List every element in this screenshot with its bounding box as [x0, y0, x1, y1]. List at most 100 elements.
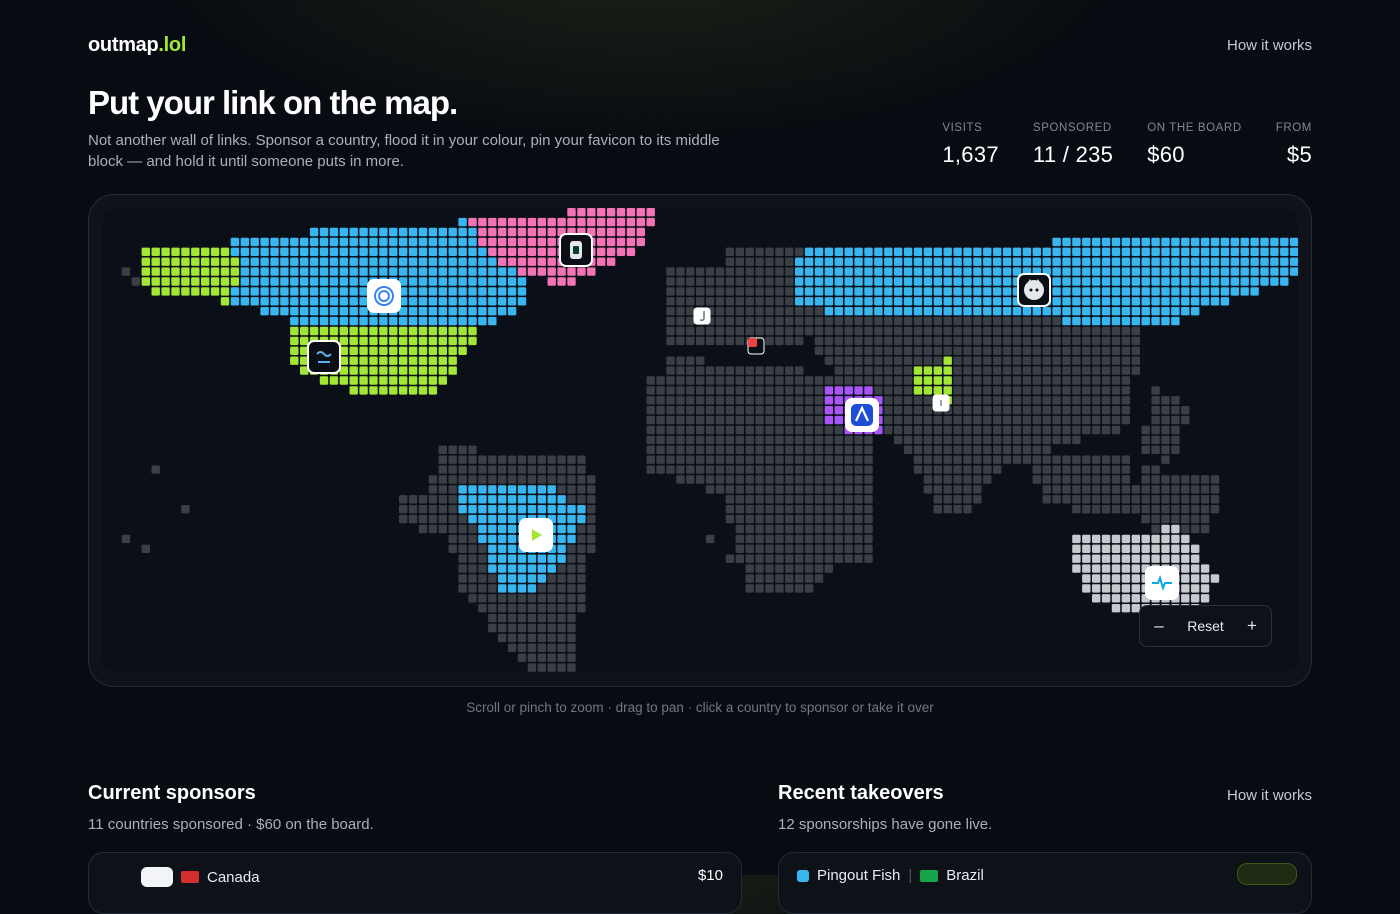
land-mexico-cell[interactable] [458, 475, 467, 484]
land-russia-cell[interactable] [1191, 277, 1200, 286]
land-indonesia-cell[interactable] [1191, 514, 1200, 524]
land-afghanistan-cell[interactable] [923, 386, 933, 395]
land-africa-cell[interactable] [725, 505, 735, 514]
land-africa-cell[interactable] [834, 505, 843, 514]
land-canada-cell[interactable] [468, 267, 477, 276]
land-greenland-cell[interactable] [488, 217, 497, 227]
land-russia-cell[interactable] [834, 257, 843, 266]
land-mexico-cell[interactable] [517, 465, 527, 474]
land-southeast-asia-cell[interactable] [1101, 465, 1111, 474]
land-asia-cell[interactable] [1012, 316, 1022, 326]
land-asia-cell[interactable] [923, 465, 933, 474]
land-africa-cell[interactable] [844, 485, 853, 494]
land-africa-cell[interactable] [864, 485, 873, 494]
land-asia-cell[interactable] [1092, 336, 1101, 346]
land-canada-cell[interactable] [468, 237, 477, 247]
land-asia-cell[interactable] [894, 316, 903, 326]
land-southeast-asia-cell[interactable] [1121, 495, 1131, 504]
land-north-africa-cell[interactable] [666, 376, 675, 385]
land-south-america-cell[interactable] [567, 455, 576, 464]
land-europe-cell[interactable] [775, 287, 784, 296]
land-russia-cell[interactable] [1210, 237, 1220, 247]
land-africa-cell[interactable] [785, 584, 794, 593]
land-asia-cell[interactable] [894, 366, 903, 375]
land-southeast-asia-cell[interactable] [1111, 455, 1121, 464]
land-united-states-cell[interactable] [290, 356, 299, 365]
land-asia-cell[interactable] [1072, 415, 1081, 425]
land-africa-cell[interactable] [735, 505, 744, 514]
land-canada-cell[interactable] [309, 307, 319, 316]
land-russia-cell[interactable] [1092, 307, 1101, 316]
land-north-africa-cell[interactable] [696, 396, 705, 405]
land-canada-cell[interactable] [359, 257, 368, 266]
land-russia-cell[interactable] [1210, 277, 1220, 286]
land-asia-cell[interactable] [913, 326, 923, 336]
land-south-america-cell[interactable] [517, 613, 527, 623]
land-central-america-cell[interactable] [438, 524, 447, 534]
land-canada-cell[interactable] [478, 307, 487, 316]
land-asia-cell[interactable] [864, 356, 873, 365]
land-greenland-cell[interactable] [537, 257, 546, 266]
land-russia-cell[interactable] [1121, 287, 1131, 296]
land-indonesia-cell[interactable] [1141, 465, 1150, 474]
land-asia-cell[interactable] [1012, 435, 1022, 445]
land-asia-cell[interactable] [1012, 336, 1022, 346]
land-canada-cell[interactable] [408, 227, 418, 237]
land-australia-cell[interactable] [1121, 534, 1131, 544]
land-asia-cell[interactable] [983, 396, 992, 405]
land-canada-cell[interactable] [418, 297, 428, 306]
land-greenland-cell[interactable] [498, 237, 507, 247]
land-south-america-cell[interactable] [567, 613, 576, 623]
land-brazil-cell[interactable] [517, 584, 527, 593]
land-brazil-cell[interactable] [557, 544, 566, 553]
land-canada-cell[interactable] [458, 277, 467, 286]
land-south-america-cell[interactable] [517, 604, 527, 613]
land-africa-cell[interactable] [795, 514, 804, 524]
land-australia-cell[interactable] [1171, 524, 1180, 534]
land-south-america-cell[interactable] [517, 623, 527, 633]
land-brazil-cell[interactable] [547, 495, 556, 504]
land-united-states-cell[interactable] [428, 326, 438, 336]
land-australia-cell[interactable] [1121, 594, 1131, 603]
land-japan-cell[interactable] [1161, 435, 1170, 445]
land-russia-cell[interactable] [973, 257, 982, 266]
land-russia-cell[interactable] [973, 277, 982, 286]
land-north-africa-cell[interactable] [696, 406, 705, 415]
land-united-states-cell[interactable] [309, 326, 319, 336]
land-united-states-cell[interactable] [438, 366, 447, 375]
land-russia-cell[interactable] [804, 287, 814, 296]
land-indonesia-cell[interactable] [1161, 505, 1170, 514]
land-russia-cell[interactable] [923, 257, 933, 266]
land-europe-cell[interactable] [775, 326, 784, 336]
land-russia-cell[interactable] [983, 277, 992, 286]
land-africa-cell[interactable] [814, 376, 824, 385]
land-brazil-cell[interactable] [527, 505, 537, 514]
land-africa-cell[interactable] [775, 505, 784, 514]
land-greenland-cell[interactable] [616, 247, 626, 256]
land-russia-cell[interactable] [1032, 247, 1041, 256]
land-canada-cell[interactable] [300, 287, 309, 296]
land-indonesia-cell[interactable] [1171, 475, 1180, 484]
land-africa-cell[interactable] [804, 465, 814, 474]
land-asia-cell[interactable] [973, 406, 982, 415]
land-brazil-cell[interactable] [488, 485, 497, 494]
land-russia-cell[interactable] [1072, 307, 1081, 316]
land-russia-cell[interactable] [814, 287, 824, 296]
land-southeast-asia-cell[interactable] [1062, 455, 1071, 464]
land-asia-cell[interactable] [953, 346, 962, 355]
land-mexico-cell[interactable] [507, 455, 517, 464]
land-europe-cell[interactable] [715, 267, 725, 276]
land-canada-cell[interactable] [290, 287, 299, 296]
land-asia-cell[interactable] [1101, 425, 1111, 435]
land-north-africa-cell[interactable] [775, 425, 784, 435]
land-canada-cell[interactable] [408, 277, 418, 286]
land-japan-cell[interactable] [1171, 406, 1180, 415]
land-russia-cell[interactable] [1131, 277, 1140, 286]
land-indonesia-cell[interactable] [1181, 514, 1190, 524]
land-asia-cell[interactable] [1082, 376, 1091, 385]
land-europe-cell[interactable] [785, 297, 794, 306]
land-brazil-cell[interactable] [507, 564, 517, 573]
land-africa-cell[interactable] [705, 465, 715, 474]
land-africa-cell[interactable] [775, 584, 784, 593]
land-united-states-cell[interactable] [438, 376, 447, 385]
